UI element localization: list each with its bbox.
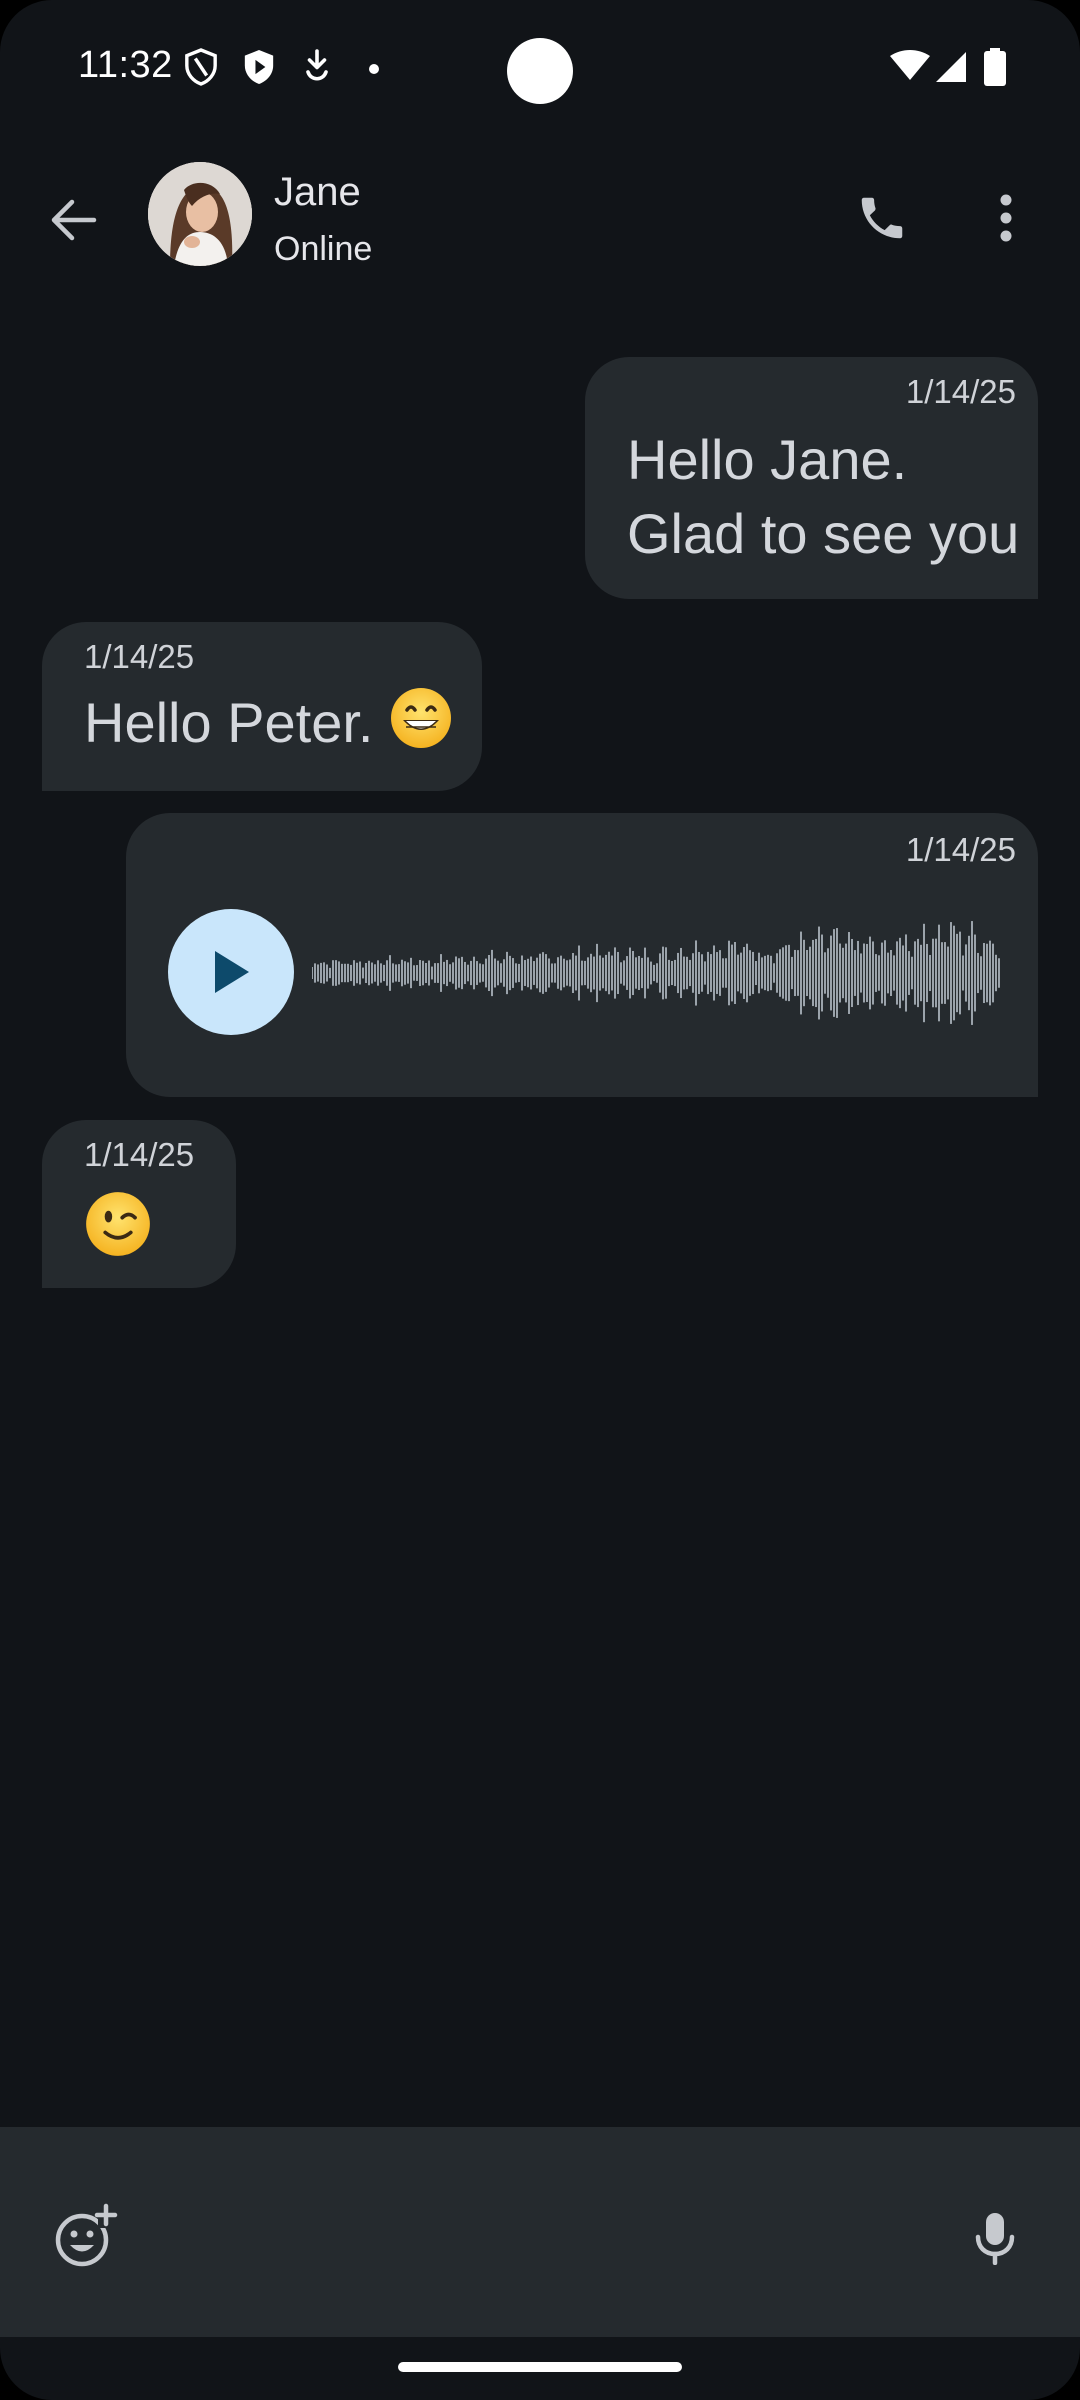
status-bar: 11:32 bbox=[0, 0, 1080, 140]
avatar-image bbox=[148, 162, 252, 266]
play-button[interactable] bbox=[168, 909, 294, 1035]
wifi-icon bbox=[890, 50, 930, 87]
message-line: Hello Jane. bbox=[627, 428, 908, 491]
message-bubble-outgoing[interactable]: 1/14/25 Hello Jane. Glad to see you bbox=[585, 357, 1038, 599]
signal-icon bbox=[934, 50, 968, 89]
shield-play-icon bbox=[242, 48, 276, 91]
shield-outline-icon bbox=[184, 48, 218, 91]
message-timestamp: 1/14/25 bbox=[84, 638, 195, 675]
mic-button[interactable] bbox=[960, 2203, 1030, 2273]
camera-cutout bbox=[507, 38, 573, 104]
download-icon bbox=[302, 48, 332, 89]
back-arrow-icon bbox=[51, 199, 97, 241]
play-icon bbox=[215, 951, 249, 993]
message-text: Hello Peter. bbox=[84, 686, 453, 768]
battery-icon bbox=[984, 48, 1006, 91]
contact-name: Jane bbox=[274, 170, 361, 214]
dot-icon bbox=[368, 62, 380, 80]
phone-icon bbox=[861, 197, 903, 239]
call-button[interactable] bbox=[850, 186, 914, 250]
message-bubble-incoming[interactable]: 1/14/25 bbox=[42, 1120, 236, 1288]
mic-icon bbox=[975, 2213, 1015, 2265]
message-composer bbox=[0, 2127, 1080, 2337]
add-emoji-button[interactable] bbox=[50, 2202, 120, 2272]
voice-message-bubble[interactable]: 1/14/25 bbox=[126, 813, 1038, 1097]
back-button[interactable] bbox=[44, 190, 104, 250]
message-line: Glad to see you bbox=[627, 502, 1020, 565]
contact-status: Online bbox=[274, 230, 373, 268]
add-emoji-icon bbox=[55, 2203, 118, 2267]
message-bubble-incoming[interactable]: 1/14/25 Hello Peter. bbox=[42, 622, 482, 791]
home-indicator[interactable] bbox=[398, 2362, 682, 2372]
winking-face-emoji-icon bbox=[84, 1190, 152, 1263]
app-bar: Jane Online bbox=[0, 150, 1080, 290]
message-text: Hello Jane. Glad to see you bbox=[627, 423, 1019, 571]
avatar[interactable] bbox=[148, 162, 252, 266]
grinning-face-emoji-icon bbox=[389, 686, 453, 768]
message-input[interactable] bbox=[150, 2187, 934, 2279]
message-text-content: Hello Peter. bbox=[84, 691, 374, 754]
more-options-button[interactable] bbox=[976, 186, 1036, 250]
chat-screen: 11:32 Jane Online 1/14/25 Hello Jane. Gl… bbox=[0, 0, 1080, 2400]
status-time: 11:32 bbox=[78, 44, 173, 86]
message-timestamp: 1/14/25 bbox=[905, 373, 1016, 410]
audio-waveform[interactable] bbox=[312, 893, 1012, 1053]
more-vert-icon bbox=[1000, 194, 1012, 242]
message-timestamp: 1/14/25 bbox=[905, 831, 1016, 868]
message-timestamp: 1/14/25 bbox=[84, 1136, 195, 1173]
